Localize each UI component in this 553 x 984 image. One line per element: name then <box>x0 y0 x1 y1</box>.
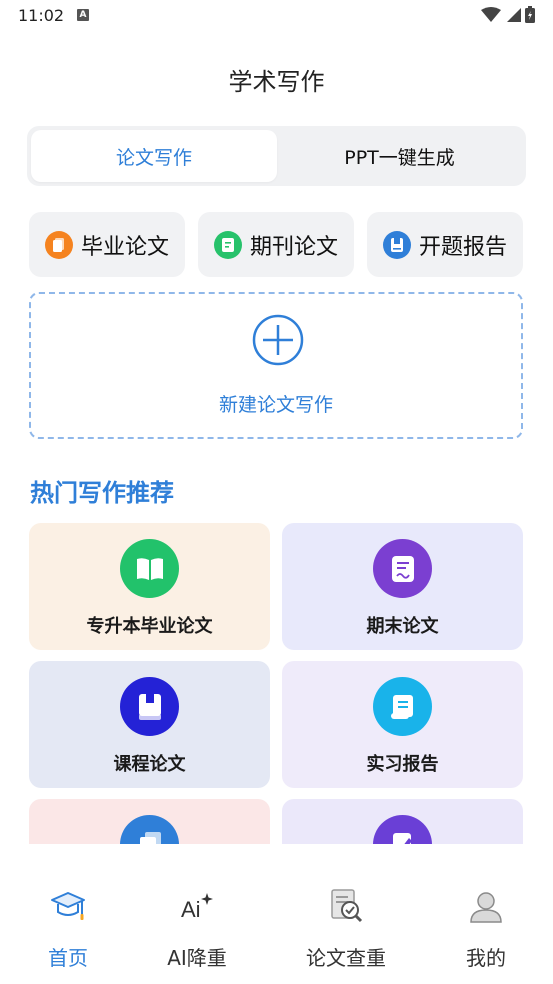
tab-ai-rewrite[interactable]: Ai AI降重 <box>142 886 252 971</box>
tab-label: 论文查重 <box>306 946 386 970</box>
tab-label: 首页 <box>48 946 88 970</box>
card-internship-report[interactable]: 实习报告 <box>282 661 523 788</box>
scroll-icon <box>373 677 432 736</box>
card-label: 实习报告 <box>366 754 439 775</box>
quick-action-label: 开题报告 <box>418 234 507 260</box>
card-course-paper[interactable]: 课程论文 <box>29 661 270 788</box>
tab-label: 我的 <box>466 946 506 970</box>
tab-plagiarism-check[interactable]: 论文查重 <box>291 886 401 971</box>
tab-profile[interactable]: 我的 <box>431 886 541 971</box>
report-icon <box>382 230 411 259</box>
status-icons <box>481 6 535 23</box>
card-label: 专升本毕业论文 <box>86 616 213 637</box>
files-icon <box>120 815 179 844</box>
recommendation-grid: 专升本毕业论文 期末论文 课程论文 实习报告 <box>0 520 553 844</box>
signal-icon <box>507 7 521 22</box>
quick-action-label: 毕业论文 <box>80 234 169 260</box>
graduation-cap-icon <box>48 886 88 926</box>
new-paper-writing-label: 新建论文写作 <box>218 394 333 416</box>
card-recommendation-6[interactable] <box>282 799 523 844</box>
card-label: 期末论文 <box>366 616 439 637</box>
bottom-tab-bar: 首页 Ai AI降重 论文查重 我的 <box>0 868 553 984</box>
book-icon <box>120 677 179 736</box>
document-icon <box>44 230 73 259</box>
quick-action-journal-paper[interactable]: 期刊论文 <box>198 212 354 277</box>
tab-home[interactable]: 首页 <box>13 886 123 971</box>
battery-icon <box>525 6 535 23</box>
status-time: 11:02 <box>18 6 65 25</box>
plus-circle-icon <box>252 314 304 366</box>
card-upgrade-graduation-thesis[interactable]: 专升本毕业论文 <box>29 523 270 650</box>
card-label: 课程论文 <box>113 754 186 775</box>
journal-icon <box>213 230 242 259</box>
tab-label: AI降重 <box>167 946 227 970</box>
tab-paper-writing[interactable]: 论文写作 <box>31 130 277 182</box>
svg-text:Ai: Ai <box>181 897 201 922</box>
open-book-icon <box>120 539 179 598</box>
page-title: 学术写作 <box>228 68 325 96</box>
new-paper-writing-button[interactable]: 新建论文写作 <box>29 292 523 439</box>
mode-segmented-control: 论文写作 PPT一键生成 <box>27 126 526 186</box>
ai-sparkle-icon: Ai <box>177 886 217 926</box>
exam-paper-icon <box>373 539 432 598</box>
card-recommendation-5[interactable] <box>29 799 270 844</box>
user-avatar-icon <box>466 886 506 926</box>
card-final-exam-paper[interactable]: 期末论文 <box>282 523 523 650</box>
hot-writing-section-title: 热门写作推荐 <box>30 479 174 507</box>
wifi-icon <box>481 6 501 22</box>
notebook-pen-icon <box>373 815 432 844</box>
tab-ppt-generate[interactable]: PPT一键生成 <box>277 130 522 182</box>
quick-action-graduation-thesis[interactable]: 毕业论文 <box>29 212 185 277</box>
quick-action-label: 期刊论文 <box>249 234 338 260</box>
status-bar: 11:02 A <box>0 0 553 30</box>
notification-icon: A <box>77 9 89 21</box>
document-check-icon <box>326 886 366 926</box>
quick-action-proposal-report[interactable]: 开题报告 <box>367 212 523 277</box>
